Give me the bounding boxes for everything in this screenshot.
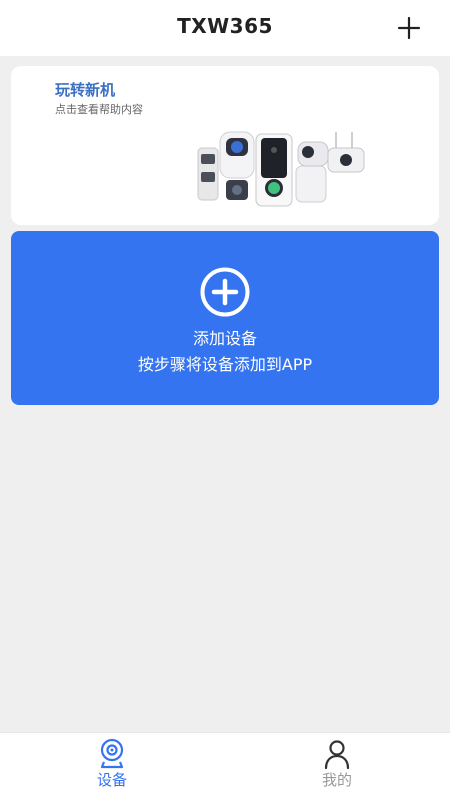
tab-mine[interactable]: 我的 (277, 733, 397, 800)
add-device-card[interactable]: 添加设备 按步骤将设备添加到APP (11, 231, 439, 405)
camera-icon (98, 738, 126, 770)
bottom-tab-bar: 设备 我的 (0, 732, 450, 800)
plus-circle-icon (199, 266, 251, 318)
add-button[interactable] (394, 13, 424, 43)
help-card[interactable]: 玩转新机 点击查看帮助内容 (11, 66, 439, 225)
app-title: TXW365 (177, 14, 273, 38)
camera-devices-illustration (186, 128, 366, 210)
tab-mine-label: 我的 (321, 771, 352, 789)
add-device-title: 添加设备 (192, 329, 257, 348)
tab-devices-label: 设备 (96, 771, 127, 789)
person-icon (323, 738, 351, 770)
help-card-title: 玩转新机 (55, 81, 116, 99)
plus-icon (397, 16, 421, 40)
help-card-subtitle: 点击查看帮助内容 (55, 103, 143, 116)
tab-devices[interactable]: 设备 (52, 733, 172, 800)
app-header: TXW365 (0, 0, 450, 56)
add-device-description: 按步骤将设备添加到APP (137, 355, 313, 374)
